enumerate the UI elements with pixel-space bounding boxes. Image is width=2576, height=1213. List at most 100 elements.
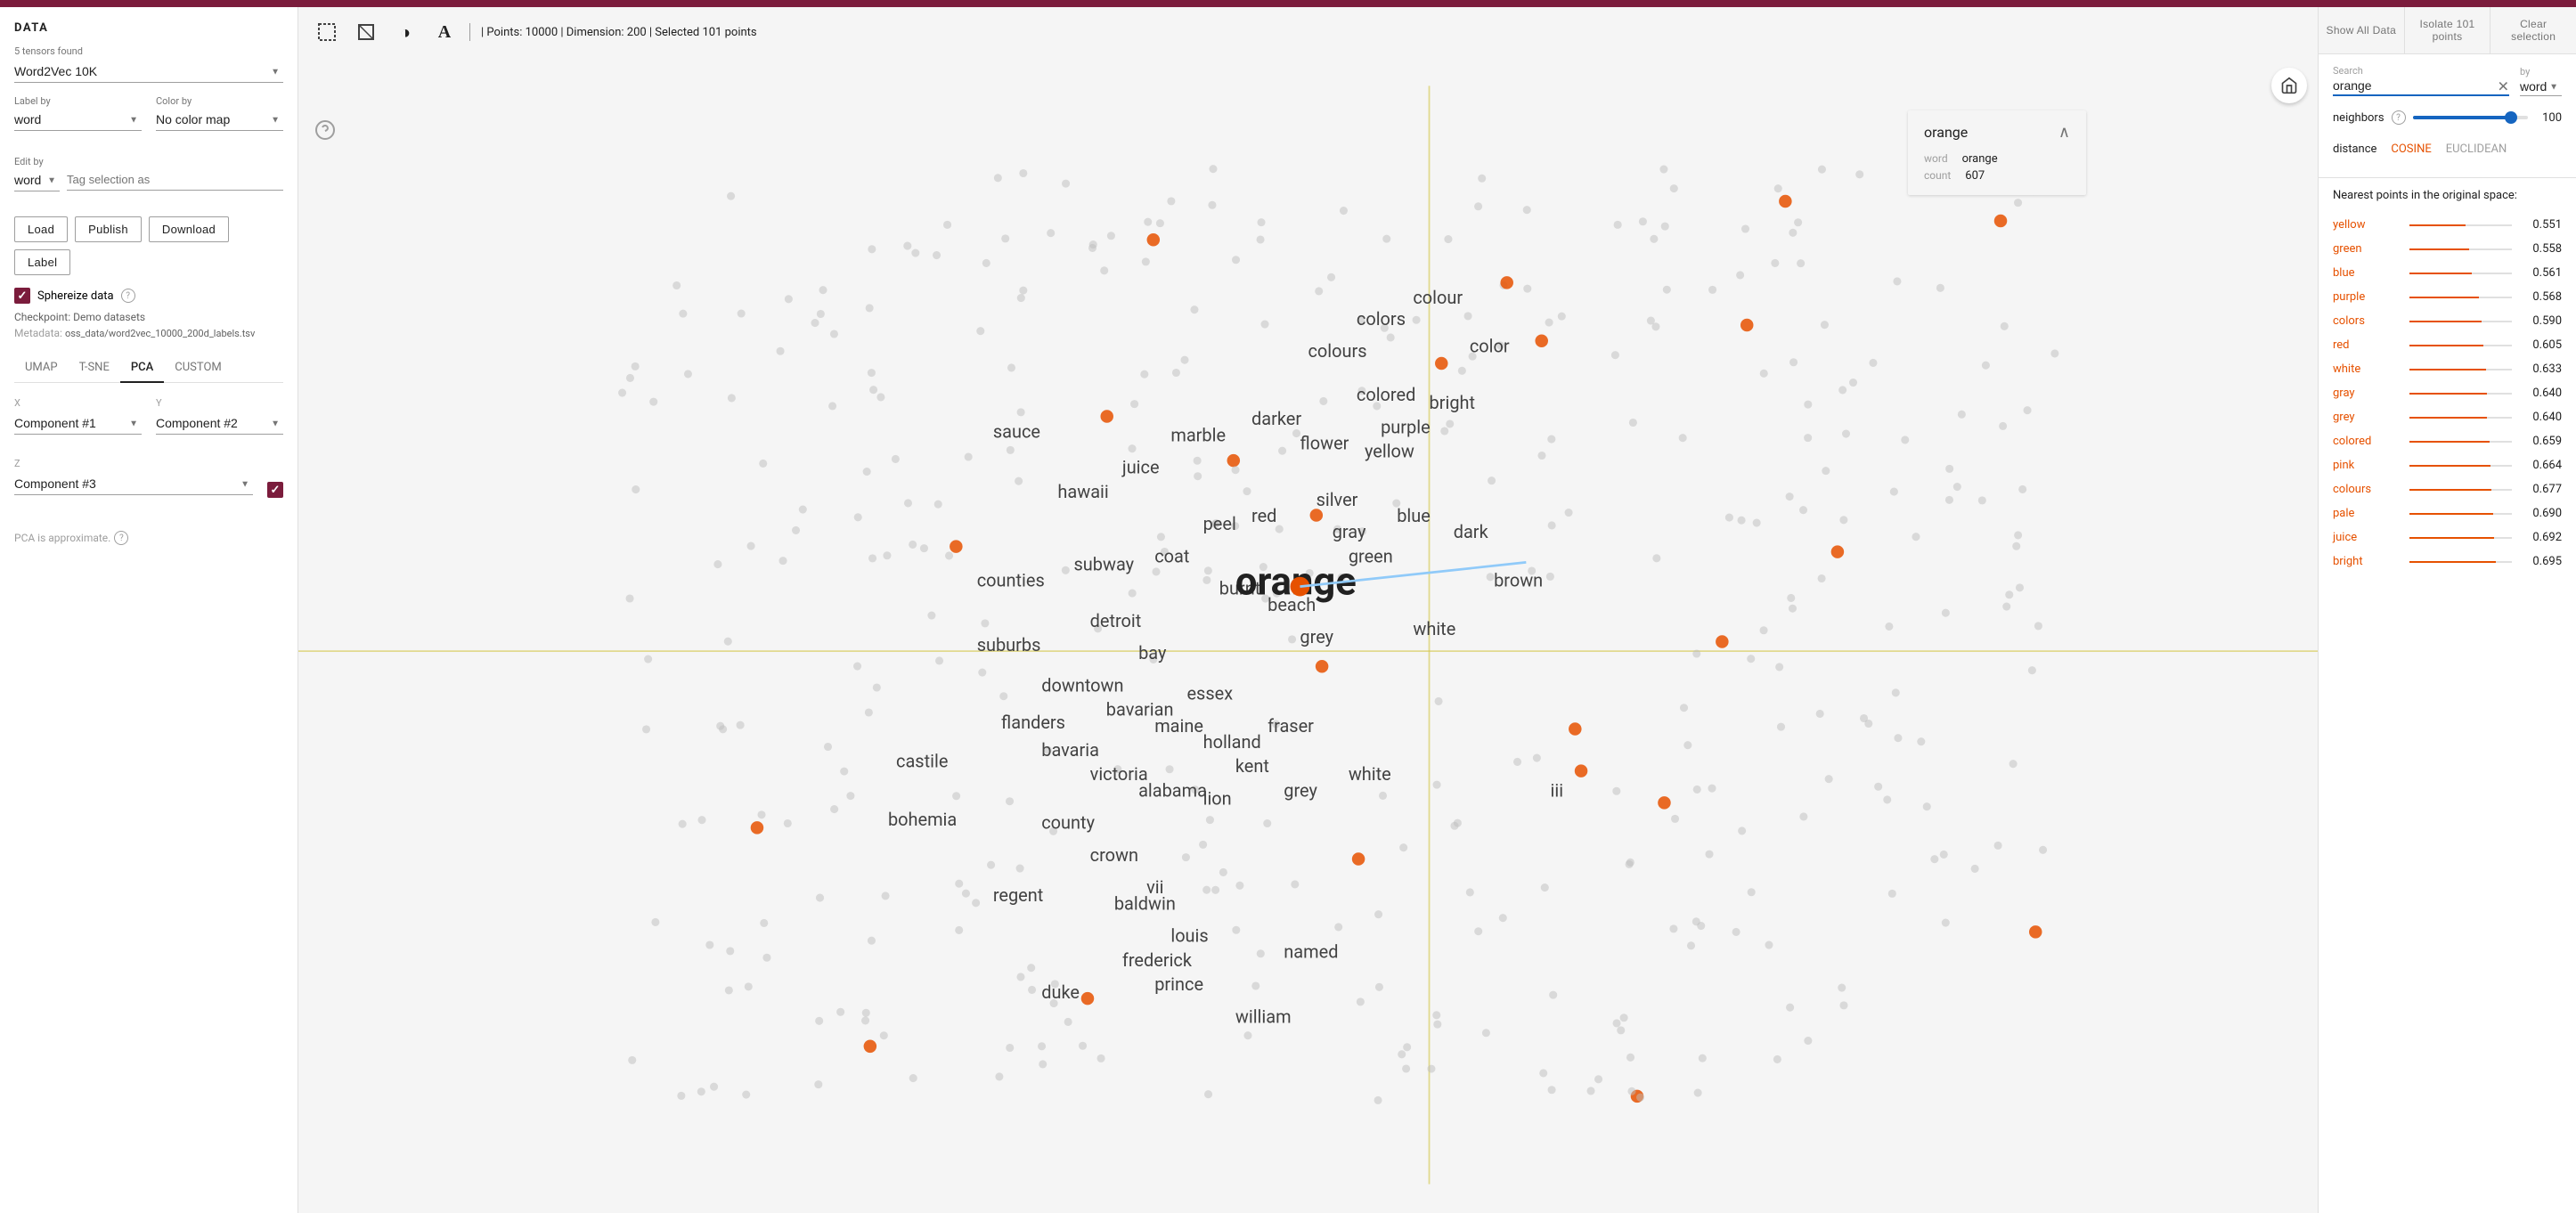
- scatter-dot[interactable]: [1738, 517, 1746, 525]
- scatter-dot[interactable]: [1206, 816, 1214, 824]
- scatter-dot[interactable]: [1732, 928, 1740, 936]
- scatter-dot[interactable]: [1435, 357, 1448, 370]
- sphereize-checkbox[interactable]: [14, 288, 30, 304]
- scatter-dot[interactable]: [1402, 1064, 1410, 1072]
- scatter-dot[interactable]: [1626, 1054, 1634, 1062]
- scatter-dot[interactable]: [1156, 219, 1164, 227]
- scatter-dot[interactable]: [830, 805, 838, 813]
- scatter-dot[interactable]: [814, 1080, 822, 1088]
- scatter-dot[interactable]: [868, 554, 876, 562]
- scatter-dot[interactable]: [1278, 447, 1286, 455]
- scatter-dot[interactable]: [1771, 259, 1779, 267]
- scatter-dot[interactable]: [1166, 765, 1174, 773]
- scatter-dot[interactable]: [1971, 865, 1979, 873]
- scatter-dot[interactable]: [1647, 317, 1655, 325]
- scatter-dot[interactable]: [1804, 401, 1812, 409]
- scatter-dot[interactable]: [1620, 1014, 1628, 1022]
- nearest-item[interactable]: pink 0.664: [2333, 453, 2562, 477]
- scatter-dot[interactable]: [679, 820, 687, 828]
- scatter-dot[interactable]: [1693, 786, 1701, 794]
- night-mode-icon[interactable]: ◑: [391, 18, 420, 46]
- scatter-dot[interactable]: [1015, 477, 1023, 485]
- scatter-dot[interactable]: [1765, 941, 1773, 949]
- scatter-dot[interactable]: [2039, 846, 2047, 854]
- scatter-dot[interactable]: [1549, 991, 1557, 999]
- scatter-dot[interactable]: [1775, 663, 1783, 671]
- scatter-dot[interactable]: [934, 501, 942, 509]
- nearest-item[interactable]: colored 0.659: [2333, 429, 2562, 453]
- scatter-dot[interactable]: [1617, 1026, 1625, 1034]
- scatter-dot[interactable]: [955, 926, 963, 934]
- scatter-dot[interactable]: [2028, 666, 2036, 674]
- scatter-dot[interactable]: [1575, 764, 1588, 777]
- scatter-dot[interactable]: [1375, 983, 1383, 991]
- scatter-dot[interactable]: [1708, 785, 1716, 793]
- scatter-dot[interactable]: [784, 819, 792, 827]
- scatter-dot[interactable]: [1942, 609, 1950, 617]
- scatter-dot[interactable]: [869, 386, 877, 394]
- scatter-dot[interactable]: [1885, 623, 1893, 631]
- scatter-dot[interactable]: [737, 721, 745, 729]
- scatter-dot[interactable]: [1804, 1037, 1812, 1045]
- nearest-item[interactable]: green 0.558: [2333, 237, 2562, 261]
- scatter-dot[interactable]: [1039, 1060, 1047, 1068]
- cosine-option[interactable]: COSINE: [2391, 142, 2431, 156]
- scatter-dot[interactable]: [2012, 542, 2020, 550]
- scatter-dot[interactable]: [824, 743, 832, 751]
- scatter-dot[interactable]: [759, 460, 767, 468]
- scatter-dot[interactable]: [673, 281, 681, 289]
- scatter-dot[interactable]: [760, 919, 768, 927]
- scatter-dot[interactable]: [618, 389, 626, 397]
- scatter-dot[interactable]: [1062, 566, 1070, 574]
- scatter-dot[interactable]: [1006, 1044, 1014, 1052]
- scatter-dot[interactable]: [1671, 815, 1679, 823]
- scatter-dot[interactable]: [1379, 792, 1387, 800]
- scatter-dot[interactable]: [728, 394, 736, 402]
- scatter-dot[interactable]: [1016, 973, 1024, 981]
- scatter-dot[interactable]: [2009, 760, 2018, 768]
- scatter-dot[interactable]: [1140, 370, 1148, 379]
- clear-selection-button[interactable]: Clear selection: [2490, 7, 2576, 53]
- scatter-dot[interactable]: [1760, 370, 1768, 378]
- scatter-dot[interactable]: [952, 792, 960, 800]
- scatter-dot[interactable]: [1883, 795, 1891, 803]
- scatter-dot[interactable]: [978, 669, 986, 677]
- scatter-dot[interactable]: [933, 251, 941, 259]
- scatter-dot[interactable]: [1569, 722, 1582, 736]
- scatter-dot[interactable]: [1257, 949, 1265, 957]
- nearest-item[interactable]: juice 0.692: [2333, 525, 2562, 550]
- scatter-dot[interactable]: [840, 768, 848, 776]
- scatter-dot[interactable]: [1399, 843, 1407, 851]
- scatter-dot[interactable]: [868, 245, 876, 253]
- scatter-dot[interactable]: [1945, 465, 1953, 473]
- scatter-dot[interactable]: [1403, 1043, 1411, 1051]
- scatter-dot[interactable]: [1097, 1054, 1105, 1062]
- neighbors-slider-thumb[interactable]: [2505, 111, 2517, 124]
- scatter-dot[interactable]: [987, 861, 995, 869]
- scatter-dot[interactable]: [1679, 434, 1687, 442]
- tab-pca[interactable]: PCA: [120, 354, 164, 383]
- scatter-dot[interactable]: [882, 891, 890, 900]
- scatter-dot[interactable]: [1982, 362, 1990, 370]
- scatter-dot[interactable]: [1243, 1031, 1251, 1039]
- scatter-dot[interactable]: [911, 249, 919, 257]
- scatter-dot[interactable]: [1699, 1054, 1707, 1062]
- search-input[interactable]: [2333, 77, 2509, 96]
- scatter-dot[interactable]: [1232, 466, 1240, 474]
- scatter-dot[interactable]: [2014, 199, 2022, 207]
- scatter-dot[interactable]: [862, 1009, 870, 1017]
- scatter-dot[interactable]: [1142, 257, 1150, 265]
- scatter-dot[interactable]: [816, 894, 824, 902]
- nearest-item[interactable]: bright 0.695: [2333, 550, 2562, 574]
- scatter-dot[interactable]: [1670, 184, 1678, 192]
- scatter-dot[interactable]: [1466, 888, 1474, 896]
- z-axis-checkbox[interactable]: [267, 482, 283, 498]
- scatter-dot[interactable]: [962, 890, 970, 898]
- scatter-dot[interactable]: [1539, 1069, 1547, 1077]
- scatter-dot[interactable]: [2016, 583, 2024, 591]
- scatter-dot[interactable]: [1708, 286, 1716, 294]
- selection-transform-icon[interactable]: [352, 18, 380, 46]
- scatter-dot[interactable]: [1558, 313, 1566, 321]
- scatter-dot[interactable]: [705, 940, 713, 948]
- scatter-dot[interactable]: [1831, 545, 1845, 558]
